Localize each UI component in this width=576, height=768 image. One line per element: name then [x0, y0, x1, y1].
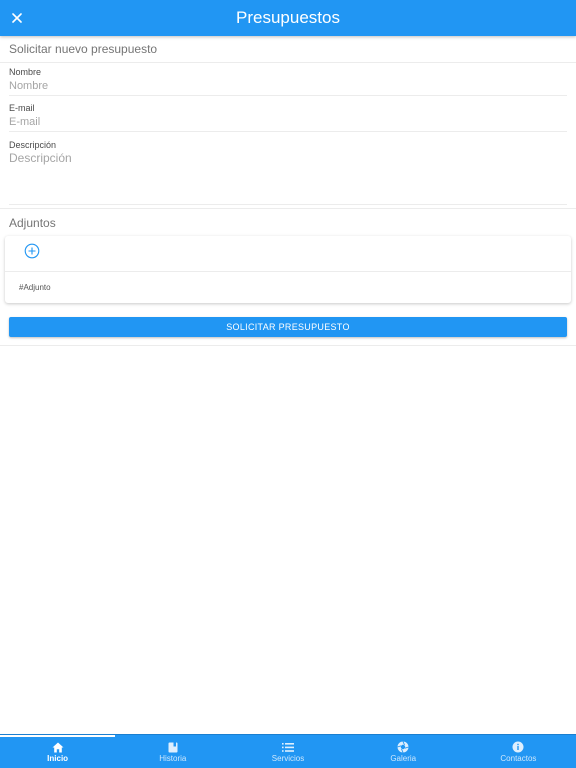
- content-divider: [0, 345, 576, 346]
- attachments-card: #Adjunto: [5, 236, 571, 303]
- email-input[interactable]: [9, 115, 567, 129]
- description-textarea[interactable]: [9, 151, 567, 201]
- email-label: E-mail: [9, 103, 35, 113]
- tab-label: Galeria: [390, 754, 417, 763]
- info-icon: [512, 741, 524, 753]
- card-divider: [5, 271, 571, 272]
- tab-label: Inicio: [47, 754, 69, 763]
- description-field: Descripción: [9, 137, 567, 205]
- aperture-icon: [397, 741, 409, 753]
- bottom-tab-bar: Inicio Historia Servicios Galeria Contac…: [0, 734, 576, 768]
- add-circle-icon: [24, 243, 40, 259]
- tab-label: Servicios: [271, 754, 305, 763]
- close-icon: [12, 13, 22, 23]
- tab-historia[interactable]: Historia: [115, 735, 230, 768]
- tab-inicio[interactable]: Inicio: [0, 735, 116, 768]
- attachment-item-label: #Adjunto: [19, 283, 51, 292]
- close-button[interactable]: [6, 7, 28, 29]
- page-title: Presupuestos: [236, 8, 340, 27]
- home-icon: [52, 741, 64, 753]
- description-label: Descripción: [9, 140, 57, 150]
- add-attachment-button[interactable]: [24, 243, 40, 259]
- tab-label: Historia: [159, 754, 187, 763]
- list-icon: [282, 741, 294, 753]
- book-icon: [167, 741, 179, 753]
- form-section-title: Solicitar nuevo presupuesto: [0, 36, 576, 63]
- name-label: Nombre: [9, 67, 42, 77]
- attachments-section-title: Adjuntos: [9, 215, 56, 230]
- email-field: E-mail: [9, 100, 567, 132]
- tab-servicios[interactable]: Servicios: [230, 735, 345, 768]
- tab-contactos[interactable]: Contactos: [461, 735, 576, 768]
- tab-label: Contactos: [500, 754, 537, 763]
- tab-galeria[interactable]: Galeria: [346, 735, 461, 768]
- name-field: Nombre: [9, 64, 567, 96]
- name-input[interactable]: [9, 79, 567, 93]
- app-root: Presupuestos Solicitar nuevo presupuesto…: [0, 0, 576, 768]
- app-header: Presupuestos: [0, 0, 576, 36]
- submit-quote-button[interactable]: SOLICITAR PRESUPUESTO: [9, 317, 567, 337]
